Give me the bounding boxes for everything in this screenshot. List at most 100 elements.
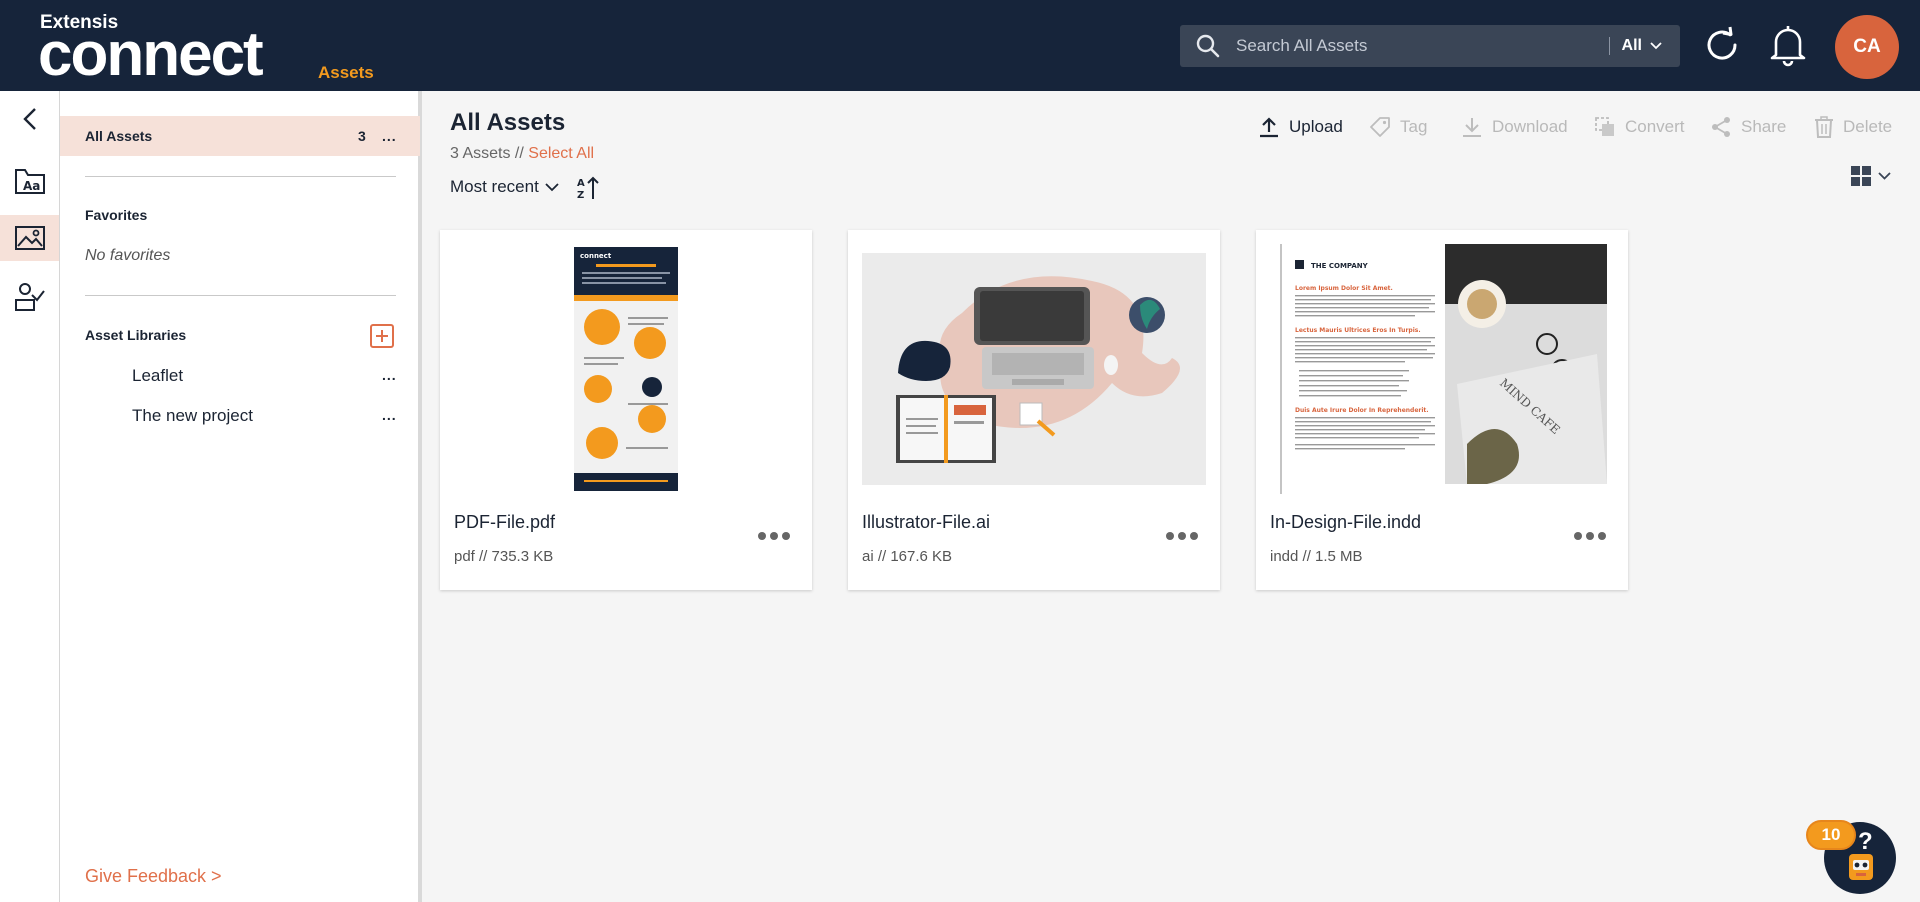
download-icon bbox=[1463, 118, 1481, 137]
give-feedback-link[interactable]: Give Feedback > bbox=[85, 866, 222, 887]
asset-name[interactable]: Illustrator-File.ai bbox=[862, 512, 990, 533]
rail-tasks-button[interactable] bbox=[0, 274, 59, 320]
indesign-layout-thumbnail: THE COMPANY Lorem Ipsum Dolor Sit Amet. … bbox=[1277, 244, 1607, 494]
svg-text:Z: Z bbox=[577, 190, 584, 201]
asset-count-line: 3 Assets // Select All bbox=[450, 145, 594, 163]
svg-text:Aa: Aa bbox=[23, 179, 40, 193]
top-header: Extensis connect Assets All CA bbox=[0, 0, 1920, 91]
asset-toolbar: Upload Tag Download Convert Share Delete bbox=[426, 116, 1920, 146]
brand-product: connect bbox=[38, 20, 264, 89]
indd-thumb-heading: Lectus Mauris Ultrices Eros In Turpis. bbox=[1295, 327, 1421, 334]
sidebar: All Assets 3 ... Favorites No favorites … bbox=[60, 91, 422, 902]
asset-meta: pdf // 735.3 KB bbox=[454, 548, 554, 565]
grid-view-icon bbox=[1851, 166, 1871, 186]
tag-label: Tag bbox=[1400, 117, 1428, 136]
share-button[interactable]: Share bbox=[1710, 116, 1786, 138]
convert-icon bbox=[1595, 117, 1614, 136]
sort-label: Most recent bbox=[450, 177, 539, 196]
add-library-button[interactable] bbox=[370, 324, 394, 348]
chevron-left-icon bbox=[22, 108, 36, 130]
chevron-down-icon bbox=[1650, 42, 1662, 50]
main-content: All Assets 3 Assets // Select All Most r… bbox=[426, 91, 1920, 902]
asset-name[interactable]: In-Design-File.indd bbox=[1270, 512, 1421, 533]
asset-thumbnail[interactable] bbox=[862, 244, 1206, 494]
delete-button[interactable]: Delete bbox=[1814, 116, 1892, 138]
upload-label: Upload bbox=[1289, 117, 1343, 136]
asset-more-button[interactable] bbox=[1166, 532, 1198, 540]
delete-label: Delete bbox=[1843, 117, 1893, 136]
font-folder-icon: Aa bbox=[14, 169, 45, 194]
no-favorites-text: No favorites bbox=[85, 247, 171, 264]
library-more-button[interactable]: ... bbox=[382, 407, 397, 423]
asset-card[interactable]: Illustrator-File.ai ai // 167.6 KB bbox=[848, 230, 1220, 590]
indd-thumb-company: THE COMPANY bbox=[1311, 262, 1369, 270]
view-mode-toggle[interactable] bbox=[1850, 165, 1891, 187]
share-icon bbox=[1712, 117, 1730, 137]
sort-direction-button[interactable]: AZ bbox=[576, 175, 600, 206]
asset-card[interactable]: connect PDF-File.pdf pdf // 735.3 KB bbox=[440, 230, 812, 590]
image-icon bbox=[14, 226, 45, 250]
rail-fonts-button[interactable]: Aa bbox=[0, 158, 59, 204]
illustrator-desk-thumbnail bbox=[862, 253, 1206, 485]
library-more-button[interactable]: ... bbox=[382, 367, 397, 383]
trash-icon bbox=[1815, 116, 1833, 138]
asset-name[interactable]: PDF-File.pdf bbox=[454, 512, 555, 533]
upload-button[interactable]: Upload bbox=[1258, 116, 1343, 138]
search-divider bbox=[1608, 37, 1610, 55]
all-assets-more-button[interactable]: ... bbox=[382, 128, 397, 144]
asset-count: 3 Assets // bbox=[450, 145, 524, 162]
convert-button[interactable]: Convert bbox=[1594, 116, 1685, 138]
asset-more-button[interactable] bbox=[758, 532, 790, 540]
tag-button[interactable]: Tag bbox=[1369, 116, 1427, 138]
sort-az-icon: AZ bbox=[577, 176, 599, 201]
all-assets-label: All Assets bbox=[85, 128, 153, 144]
user-avatar[interactable]: CA bbox=[1835, 15, 1899, 79]
favorites-title: Favorites bbox=[85, 207, 148, 223]
pdf-infographic-thumbnail: connect bbox=[574, 247, 678, 491]
pdf-thumb-brand: connect bbox=[580, 252, 612, 260]
asset-meta: ai // 167.6 KB bbox=[862, 548, 953, 565]
collapse-sidebar-button[interactable] bbox=[0, 96, 59, 142]
libraries-title: Asset Libraries bbox=[85, 327, 187, 343]
library-item-new-project[interactable]: The new project bbox=[132, 406, 253, 426]
asset-thumbnail[interactable]: connect bbox=[454, 244, 798, 494]
asset-thumbnail[interactable]: THE COMPANY Lorem Ipsum Dolor Sit Amet. … bbox=[1270, 244, 1614, 494]
chevron-down-icon bbox=[1878, 172, 1891, 180]
select-all-link[interactable]: Select All bbox=[528, 145, 594, 162]
asset-more-button[interactable] bbox=[1574, 532, 1606, 540]
search-scope-dropdown[interactable]: All bbox=[1622, 37, 1662, 55]
help-widget[interactable]: ? 10 bbox=[1806, 820, 1896, 894]
sync-icon[interactable] bbox=[1699, 22, 1745, 68]
search-scope-label: All bbox=[1621, 37, 1642, 54]
chevron-down-icon bbox=[545, 182, 559, 191]
download-label: Download bbox=[1492, 117, 1568, 136]
help-notification-badge: 10 bbox=[1806, 820, 1856, 850]
sidebar-item-all-assets[interactable]: All Assets 3 ... bbox=[60, 116, 420, 156]
rail-assets-button[interactable] bbox=[0, 215, 59, 261]
divider bbox=[85, 295, 396, 296]
left-rail: Aa bbox=[0, 91, 60, 902]
bell-icon[interactable] bbox=[1765, 22, 1811, 68]
library-item-leaflet[interactable]: Leaflet bbox=[132, 366, 183, 386]
share-label: Share bbox=[1741, 117, 1787, 136]
svg-text:A: A bbox=[577, 178, 585, 189]
all-assets-count: 3 bbox=[358, 128, 366, 144]
search-input[interactable] bbox=[1236, 25, 1609, 67]
asset-meta: indd // 1.5 MB bbox=[1270, 548, 1363, 565]
divider bbox=[85, 176, 396, 177]
user-task-icon bbox=[14, 283, 45, 311]
download-button[interactable]: Download bbox=[1461, 116, 1568, 138]
upload-icon bbox=[1260, 117, 1278, 138]
asset-card[interactable]: THE COMPANY Lorem Ipsum Dolor Sit Amet. … bbox=[1256, 230, 1628, 590]
indd-thumb-heading: Lorem Ipsum Dolor Sit Amet. bbox=[1295, 285, 1393, 292]
sort-dropdown[interactable]: Most recent bbox=[450, 177, 559, 197]
plus-icon bbox=[376, 330, 388, 342]
tag-icon bbox=[1370, 117, 1390, 137]
indd-thumb-heading: Duis Aute Irure Dolor In Reprehenderit. bbox=[1295, 407, 1429, 414]
help-robot-icon bbox=[1849, 854, 1873, 880]
brand-section: Assets bbox=[318, 63, 374, 82]
brand-logo[interactable]: connect bbox=[38, 20, 264, 90]
search-bar: All bbox=[1180, 25, 1680, 67]
search-icon[interactable] bbox=[1180, 33, 1236, 59]
convert-label: Convert bbox=[1625, 117, 1685, 136]
